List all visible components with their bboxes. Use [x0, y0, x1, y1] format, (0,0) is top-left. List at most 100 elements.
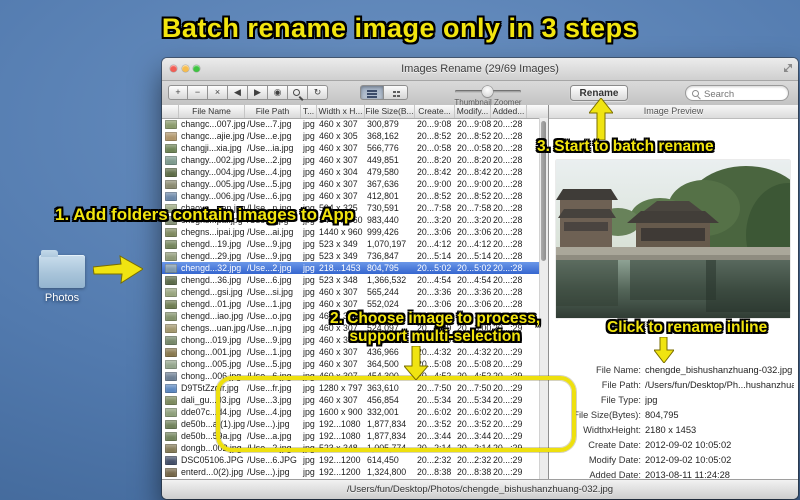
column-header-dims[interactable]: Width x H... [317, 105, 365, 118]
cell-name: changy...002.jpg [181, 155, 245, 165]
table-row[interactable]: chengd...32.jpg/Use...2.jpg jpg 218...1453… [162, 262, 540, 274]
table-row[interactable]: chengd...36.jpg/Use...6.jpg jpg 523 x 348 1… [162, 274, 540, 286]
column-header-name[interactable]: File Name [179, 105, 245, 118]
cell-type: jpg [303, 263, 315, 273]
cell-size: 1,324,800 [367, 467, 407, 477]
cell-name: changy...005.jpg [181, 179, 245, 189]
cell-path: /Use...6.jpg [247, 275, 292, 285]
refresh-button[interactable]: ↻ [308, 85, 328, 100]
table-row[interactable]: changy...006.jpg/Use...6.jpg jpg 460 x 307… [162, 190, 540, 202]
desktop-folder[interactable]: Photos [30, 250, 94, 304]
column-header-create[interactable]: Create... [415, 105, 455, 118]
cell-type: jpg [303, 167, 315, 177]
file-thumbnail-icon [165, 323, 177, 333]
remove-button[interactable]: − [188, 85, 208, 100]
table-row[interactable]: DSC05106.JPG/Use...6.JPG jpg 192...1200 614… [162, 454, 540, 466]
table-row[interactable]: chengd...01.jpg/Use...1.jpg jpg 460 x 307 5… [162, 298, 540, 310]
cell-modify: 20...5:08 [457, 359, 491, 369]
zoom-window-button[interactable] [193, 65, 200, 72]
column-header-path[interactable]: File Path [245, 105, 301, 118]
cell-dims: 460 x 305 [319, 131, 358, 141]
search-field[interactable] [685, 85, 789, 101]
cell-dims: 460 x 307 [319, 299, 358, 309]
cell-added: 20...:28 [493, 119, 523, 129]
cell-modify: 20...3:06 [457, 299, 491, 309]
cell-type: jpg [303, 299, 315, 309]
cell-modify: 20...9:00 [457, 179, 491, 189]
search-input[interactable] [702, 87, 788, 101]
multi-selection-lasso [216, 376, 576, 452]
resize-icon[interactable] [783, 63, 793, 73]
cell-added: 20...:29 [493, 467, 523, 477]
toolbar: + − × ◀ ▶ ◉ ↻ Thumbnail Zoomer Rename [162, 81, 798, 107]
table-row[interactable]: changy...002.jpg/Use...2.jpg jpg 460 x 307… [162, 154, 540, 166]
cell-modify: 20...7:58 [457, 203, 491, 213]
add-button[interactable]: + [168, 85, 188, 100]
cell-modify: 20...4:12 [457, 239, 491, 249]
table-row[interactable]: changy...005.jpg/Use...5.jpg jpg 460 x 307… [162, 178, 540, 190]
table-row[interactable]: changy...004.jpg/Use...4.jpg jpg 460 x 304… [162, 166, 540, 178]
grid-view-button[interactable] [384, 85, 408, 100]
cell-name: changy...006.jpg [181, 191, 245, 201]
cell-name: chengs...uan.jpg [181, 323, 245, 333]
back-button[interactable]: ◀ [228, 85, 248, 100]
cell-type: jpg [303, 119, 315, 129]
table-row[interactable]: chegns...ipai.jpg/Use...ai.jpg jpg 1440 x … [162, 226, 540, 238]
table-row[interactable]: chengd...29.jpg/Use...9.jpg jpg 523 x 349 7… [162, 250, 540, 262]
file-thumbnail-icon [165, 155, 177, 165]
column-header-modify[interactable]: Modify... [455, 105, 491, 118]
metadata-value[interactable]: chengde_bishushanzhuang-032.jpg [645, 363, 792, 378]
cell-modify: 20...5:02 [457, 263, 491, 273]
column-header-type[interactable]: T... [301, 105, 317, 118]
table-row[interactable]: enterd...0(2).jpg/Use...).jpg jpg 192...12… [162, 466, 540, 478]
table-row[interactable]: chengd...gsi.jpg/Use...si.jpg jpg 460 x 30… [162, 286, 540, 298]
file-thumbnail-icon [165, 179, 177, 189]
cell-size: 614,450 [367, 455, 399, 465]
table-row[interactable]: chong...005.jpg/Use...5.jpg jpg 460 x 307 3… [162, 358, 540, 370]
cell-type: jpg [303, 323, 315, 333]
table-row[interactable]: changc...ajie.jpg/Use...e.jpg jpg 460 x 30… [162, 130, 540, 142]
cell-type: jpg [303, 131, 315, 141]
file-thumbnail-icon [165, 131, 177, 141]
metadata-value: 2013-08-11 11:24:28 [645, 470, 730, 479]
table-row[interactable]: chong...001.jpg/Use...1.jpg jpg 460 x 307 4… [162, 346, 540, 358]
cell-added: 20...:28 [493, 155, 523, 165]
forward-button[interactable]: ▶ [248, 85, 268, 100]
column-header-added[interactable]: Added... [491, 105, 527, 118]
cell-create: 20...5:14 [417, 251, 452, 261]
file-thumbnail-icon [165, 395, 177, 405]
cell-modify: 20...4:32 [457, 347, 491, 357]
search-button[interactable] [288, 85, 308, 100]
close-window-button[interactable] [170, 65, 177, 72]
cell-type: jpg [303, 467, 315, 477]
cell-size: 412,801 [367, 191, 399, 201]
cell-create: 20...9:08 [417, 119, 452, 129]
folder-icon[interactable] [39, 250, 85, 288]
table-row[interactable]: changji...xia.jpg/Use...ia.jpg jpg 460 x 3… [162, 142, 540, 154]
cell-name: changji...xia.jpg [181, 143, 242, 153]
cell-create: 20...4:12 [417, 239, 452, 249]
arrow-down-to-filename-icon [654, 337, 674, 363]
list-view-button[interactable] [360, 85, 384, 100]
cell-name: chong...005.jpg [181, 359, 242, 369]
cell-dims: 460 x 307 [319, 179, 358, 189]
cell-path: /Use...6.jpg [247, 191, 292, 201]
delete-button[interactable]: × [208, 85, 228, 100]
table-row[interactable]: chengd...19.jpg/Use...9.jpg jpg 523 x 349 1… [162, 238, 540, 250]
cell-name: chengd...36.jpg [181, 275, 242, 285]
cell-dims: 1440 x 960 [319, 227, 363, 237]
cell-path: /Use...9.jpg [247, 239, 292, 249]
minimize-window-button[interactable] [181, 65, 189, 72]
status-bar: /Users/fun/Desktop/Photos/chengde_bishus… [162, 479, 798, 499]
cell-dims: 192...1200 [319, 455, 361, 465]
table-row[interactable]: changc...007.jpg/Use...7.jpg jpg 460 x 307… [162, 118, 540, 130]
cell-dims: 460 x 307 [319, 119, 358, 129]
cell-name: chong...001.jpg [181, 347, 242, 357]
file-thumbnail-icon [165, 383, 177, 393]
preview-eye-button[interactable]: ◉ [268, 85, 288, 100]
zoomer-slider-handle[interactable] [482, 85, 493, 97]
cell-name: chengd...19.jpg [181, 239, 242, 249]
metadata-label: Added Date: [589, 470, 641, 479]
file-thumbnail-icon [165, 287, 177, 297]
column-header-size[interactable]: File Size(B... [365, 105, 415, 118]
